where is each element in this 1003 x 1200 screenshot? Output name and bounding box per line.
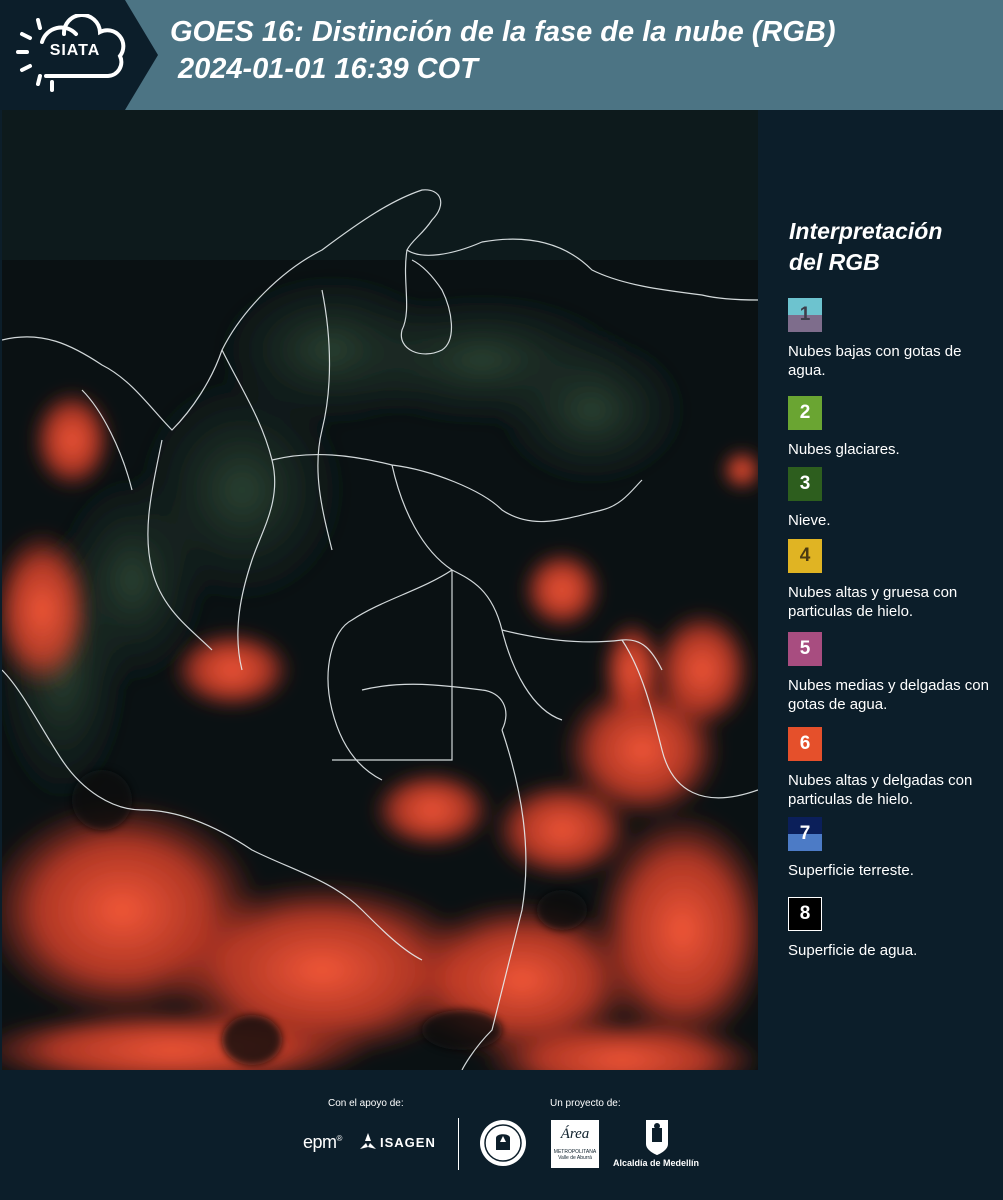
header-bar: SIATA GOES 16: Distinción de la fase de … <box>0 0 1003 110</box>
legend-number: 4 <box>799 545 811 566</box>
legend-swatch: 5 <box>788 632 822 666</box>
area-metropolitana-logo: Área METROPOLITANA Valle de Aburrá <box>551 1120 599 1168</box>
satellite-image <box>2 110 758 1070</box>
legend-label: Nubes bajas con gotas de agua. <box>788 343 962 379</box>
legend-label: Nubes glaciares. <box>788 441 900 458</box>
legend-item-2: 2 Nubes glaciares. <box>788 396 993 459</box>
legend-swatch: 3 <box>788 467 822 501</box>
legend-label: Superficie terreste. <box>788 862 914 879</box>
epm-logo-text: epm <box>303 1132 337 1152</box>
alcaldia-logo-text: Alcaldía de Medellín <box>613 1158 700 1168</box>
legend-swatch: 7 <box>788 817 822 851</box>
legend-item-6: 6 Nubes altas y delgadas con particulas d… <box>788 727 993 809</box>
legend-title: Interpretación del RGB <box>789 216 989 278</box>
footer-divider <box>458 1118 459 1170</box>
legend-item-8: 8 Superficie de agua. <box>788 897 993 960</box>
legend-label: Nubes medias y delgadas con gotas de agu… <box>788 677 989 713</box>
legend-swatch: 8 <box>788 897 822 931</box>
footer: Con el apoyo de: Un proyecto de: epm® IS… <box>0 1070 1003 1200</box>
legend-item-1: 1 Nubes bajas con gotas de agua. <box>788 298 993 380</box>
legend-number: 6 <box>799 733 811 754</box>
siata-logo-text: SIATA <box>49 42 101 59</box>
legend-number: 5 <box>799 638 811 659</box>
legend-label: Nieve. <box>788 512 831 529</box>
legend-label: Superficie de agua. <box>788 942 918 959</box>
legend-number: 7 <box>799 823 811 844</box>
satellite-map <box>2 110 758 1070</box>
legend-label: Nubes altas y gruesa con particulas de h… <box>788 584 958 620</box>
legend-swatch: 4 <box>788 539 822 573</box>
isagen-logo-text: ISAGEN <box>380 1135 436 1150</box>
medellin-shield-icon <box>646 1120 668 1155</box>
isagen-logo-icon <box>360 1133 376 1149</box>
legend-swatch: 2 <box>788 396 822 430</box>
legend-item-3: 3 Nieve. <box>788 467 993 530</box>
page-title: GOES 16: Distinción de la fase de la nub… <box>170 14 990 88</box>
support-label: Con el apoyo de: <box>328 1098 404 1109</box>
legend-item-4: 4 Nubes altas y gruesa con particulas de … <box>788 539 993 621</box>
seal-logo-icon <box>480 1120 526 1166</box>
legend-title-line-1: Interpretación <box>789 218 943 244</box>
title-line-2: 2024-01-01 16:39 COT <box>178 53 478 85</box>
area-logo-text: Área <box>560 1126 590 1142</box>
title-line-1: GOES 16: Distinción de la fase de la nub… <box>170 16 836 48</box>
legend-item-5: 5 Nubes medias y delgadas con gotas de ag… <box>788 632 993 714</box>
legend-number: 2 <box>799 402 811 423</box>
legend-swatch: 6 <box>788 727 822 761</box>
legend-number: 3 <box>799 473 811 494</box>
legend-swatch: 1 <box>788 298 822 332</box>
legend-title-line-2: del RGB <box>789 249 880 275</box>
area-logo-sub-2: Valle de Aburrá <box>558 1155 592 1161</box>
epm-logo: epm® <box>303 1132 342 1152</box>
legend-number: 8 <box>799 903 811 924</box>
project-label: Un proyecto de: <box>550 1098 621 1109</box>
legend-number: 1 <box>799 304 811 325</box>
legend-label: Nubes altas y delgadas con particulas de… <box>788 772 973 808</box>
logo-block: SIATA <box>0 0 158 110</box>
legend-item-7: 7 Superficie terreste. <box>788 817 993 880</box>
